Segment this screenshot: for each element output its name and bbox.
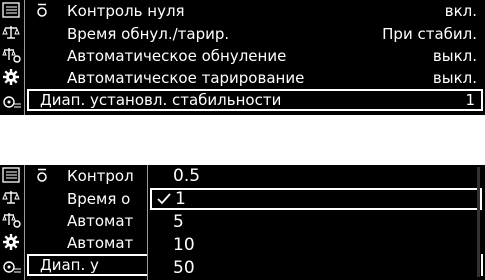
list-item-label: Время о — [67, 190, 131, 208]
dropdown-scrollbar[interactable] — [477, 167, 480, 277]
sidebar — [0, 0, 23, 115]
list-item-label: Автомат — [67, 234, 134, 252]
list-item-value: выкл. — [432, 47, 477, 65]
list-item-label: Автомат — [67, 212, 134, 230]
user-settings-icon[interactable] — [2, 92, 22, 110]
balance-settings-icon[interactable] — [2, 46, 22, 64]
checkmark-icon — [156, 191, 172, 207]
list-item-auto-tare[interactable]: Автоматическое тарирование выкл. — [27, 68, 483, 88]
list-item-label: Контрол — [67, 167, 134, 185]
list-item-value: 1 — [465, 91, 475, 109]
list-item-auto-zero[interactable]: Автоматическое обнуление выкл. — [27, 46, 483, 66]
list-item-label: Контроль нуля — [67, 2, 185, 20]
list-item-value: выкл. — [432, 69, 477, 87]
list-item-zero-tare-time[interactable]: Время обнул./тарир. При стабил. — [27, 24, 483, 44]
list-item-stability-range[interactable]: Диап. установл. стабильности 1 — [27, 89, 483, 111]
menu-icon[interactable] — [2, 167, 22, 185]
dropdown-option[interactable]: 0.5 — [148, 165, 481, 187]
list-item-label: Диап. у — [40, 256, 99, 274]
dropdown-option[interactable]: 5 — [148, 211, 481, 233]
balance-icon[interactable] — [2, 24, 22, 42]
option-label: 50 — [173, 258, 195, 278]
list-item-label: Диап. установл. стабильности — [40, 91, 282, 109]
sidebar-separator — [24, 0, 25, 115]
gear-icon[interactable] — [2, 233, 22, 251]
dropdown-option-selected[interactable]: 1 — [150, 188, 482, 210]
sub-item-icon — [37, 168, 47, 183]
sidebar-separator — [24, 165, 25, 280]
gear-icon[interactable] — [2, 68, 22, 86]
option-label: 1 — [175, 189, 186, 209]
balance-icon[interactable] — [2, 189, 22, 207]
list-item-value: При стабил. — [382, 25, 477, 43]
dropdown-option[interactable]: 50 — [148, 257, 481, 279]
list-item-label: Время обнул./тарир. — [67, 25, 230, 43]
list-item-label: Автоматическое тарирование — [67, 69, 305, 87]
list-item-value: вкл. — [444, 2, 477, 20]
balance-settings-icon[interactable] — [2, 211, 22, 229]
dropdown-option[interactable]: 10 — [148, 234, 481, 256]
option-label: 5 — [173, 212, 184, 232]
settings-panel: Контроль нуля вкл. Время обнул./тарир. П… — [0, 0, 485, 115]
user-settings-icon[interactable] — [2, 257, 22, 275]
option-label: 10 — [173, 235, 195, 255]
list-item-label: Автоматическое обнуление — [67, 47, 287, 65]
sub-item-icon — [37, 3, 47, 18]
option-label: 0.5 — [173, 166, 201, 186]
menu-icon[interactable] — [2, 2, 22, 20]
settings-panel-with-dropdown: Контрол Время о Автомат Автомат Диап. у … — [0, 165, 485, 280]
stability-range-dropdown[interactable]: 0.5 1 5 10 50 — [147, 165, 482, 280]
list-item-zero-control[interactable]: Контроль нуля вкл. — [27, 1, 483, 21]
sidebar — [0, 165, 23, 280]
